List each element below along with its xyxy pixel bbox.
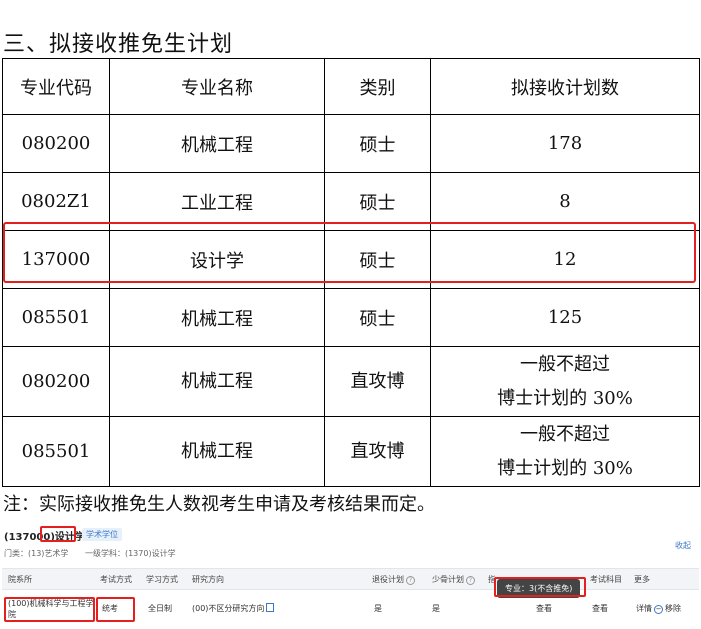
cell-plan: 一般不超过 博士计划的 30% [430, 416, 700, 487]
table-row: 085501 机械工程 直攻博 一般不超过 博士计划的 30% [2, 416, 700, 487]
degree-type-badge: 学术学位 [82, 528, 122, 541]
collapse-link[interactable]: 收起 [675, 540, 691, 551]
cell-plan: 178 [430, 114, 700, 173]
row-exam-mode: 统考 [102, 604, 118, 613]
table-header-row: 专业代码 专业名称 类别 拟接收计划数 [2, 58, 700, 115]
result-table-row: (100)机械科学与工程学院 统考 全日制 (00)不区分研究方向 是 是 查看… [2, 592, 699, 626]
plan-line: 一般不超过 [520, 423, 610, 445]
col-direction: 研究方向 [192, 575, 224, 584]
row-study-mode: 全日制 [148, 604, 172, 613]
cell-type: 直攻博 [324, 416, 431, 487]
plan-line: 博士计划的 30% [497, 387, 633, 409]
plan-line: 一般不超过 [520, 353, 610, 375]
program-info-screenshot: (137000)设计学 学术学位 门类：(13)艺术学 一级学科：(1370)设… [0, 520, 701, 629]
remove-link[interactable]: 移除 [665, 604, 681, 613]
meta-discipline: 一级学科：(1370)设计学 [84, 549, 176, 558]
help-icon[interactable]: ? [406, 576, 415, 585]
plan-line: 博士计划的 30% [497, 457, 633, 479]
header-name: 专业名称 [109, 58, 325, 115]
detail-link[interactable]: 详情 [636, 604, 652, 613]
cell-plan: 一般不超过 博士计划的 30% [430, 346, 700, 417]
cell-name: 机械工程 [109, 416, 325, 487]
table-row-highlighted: 137000 设计学 硕士 12 [2, 230, 700, 289]
header-type: 类别 [324, 58, 431, 115]
header-plan: 拟接收计划数 [430, 58, 700, 115]
program-title: (137000)设计学 [4, 528, 85, 543]
program-meta: 门类：(13)艺术学 一级学科：(1370)设计学 [4, 548, 190, 559]
cell-type: 硕士 [324, 114, 431, 173]
col-exam-subjects: 考试科目 [590, 575, 622, 584]
cell-type: 硕士 [324, 230, 431, 289]
quota-tooltip: 专业：3(不含推免) [497, 579, 581, 598]
col-more: 更多 [634, 575, 650, 584]
document-icon[interactable] [266, 603, 275, 612]
help-icon[interactable]: ? [466, 576, 475, 585]
cell-plan: 8 [430, 172, 700, 231]
col-retired-plan: 退役计划? [372, 574, 415, 585]
cell-code: 080200 [2, 114, 110, 173]
meta-category: 门类：(13)艺术学 [4, 549, 69, 558]
cell-code: 0802Z1 [2, 172, 110, 231]
cell-type: 硕士 [324, 172, 431, 231]
table-row: 085501 机械工程 硕士 125 [2, 288, 700, 347]
col-minority-plan: 少骨计划? [432, 574, 475, 585]
cell-code: 085501 [2, 288, 110, 347]
cell-code: 085501 [2, 416, 110, 487]
program-name: 设计学 [54, 532, 85, 543]
cell-name: 机械工程 [109, 346, 325, 417]
view-subjects-link[interactable]: 查看 [592, 603, 608, 614]
program-code: (137000) [4, 532, 55, 543]
footnote: 注：实际接收推免生人数视考生申请及考核结果而定。 [3, 494, 435, 515]
row-actions: 详情 − 移除 [636, 603, 681, 614]
cell-code: 137000 [2, 230, 110, 289]
cell-type: 硕士 [324, 288, 431, 347]
cell-plan: 12 [430, 230, 700, 289]
row-minority-plan: 是 [432, 604, 440, 613]
section-heading: 三、拟接收推免生计划 [3, 32, 234, 57]
col-supervisor: 指 [488, 575, 496, 584]
cell-plan: 125 [430, 288, 700, 347]
cell-type: 直攻博 [324, 346, 431, 417]
cell-name: 机械工程 [109, 114, 325, 173]
view-link[interactable]: 查看 [536, 603, 552, 614]
cell-name: 设计学 [109, 230, 325, 289]
table-row: 0802Z1 工业工程 硕士 8 [2, 172, 700, 231]
col-dept: 院系所 [8, 575, 32, 584]
remove-icon[interactable]: − [654, 605, 663, 614]
cell-code: 080200 [2, 346, 110, 417]
row-dept: (100)机械科学与工程学院 [8, 599, 94, 619]
admission-plan-table: 专业代码 专业名称 类别 拟接收计划数 080200 机械工程 硕士 178 0… [2, 58, 700, 487]
cell-name: 工业工程 [109, 172, 325, 231]
table-row: 080200 机械工程 硕士 178 [2, 114, 700, 173]
row-retired-plan: 是 [374, 604, 382, 613]
row-direction: (00)不区分研究方向 [192, 603, 275, 614]
col-exam-mode: 考试方式 [100, 575, 132, 584]
col-study-mode: 学习方式 [146, 575, 178, 584]
cell-name: 机械工程 [109, 288, 325, 347]
table-row: 080200 机械工程 直攻博 一般不超过 博士计划的 30% [2, 346, 700, 417]
header-code: 专业代码 [2, 58, 110, 115]
result-table-header: 院系所 考试方式 学习方式 研究方向 退役计划? 少骨计划? 指 考试科目 更多 [2, 568, 699, 590]
